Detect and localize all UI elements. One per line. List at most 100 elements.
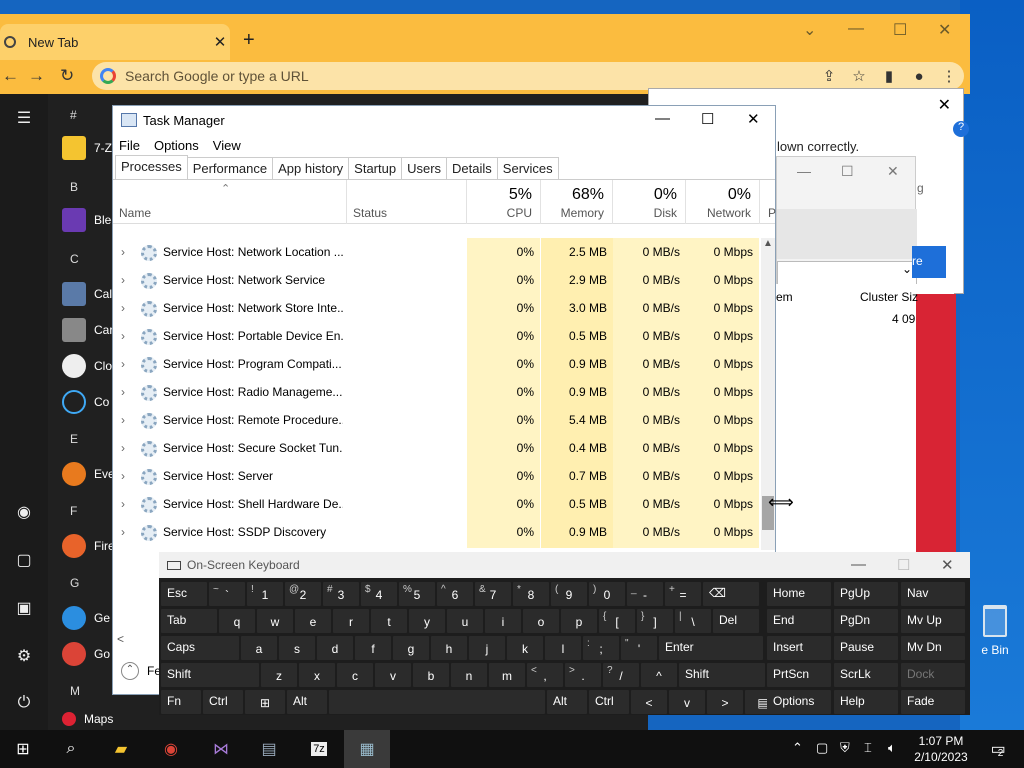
osk-key[interactable]: Fn (161, 690, 201, 714)
scroll-left-icon[interactable]: < (117, 632, 124, 646)
menu-view[interactable]: View (213, 138, 241, 153)
osk-key[interactable]: i (485, 609, 521, 633)
app-item[interactable]: Eve (62, 462, 115, 486)
tab-users[interactable]: Users (401, 157, 448, 179)
osk-nav-key[interactable]: End (767, 609, 831, 633)
dropdown[interactable]: ⌄ (777, 261, 917, 285)
reload-icon[interactable]: ↻ (60, 66, 74, 86)
osk-key[interactable]: Ctrl (203, 690, 243, 714)
app-item[interactable]: Co (62, 390, 109, 414)
menu-kebab-icon[interactable]: ⋮ (934, 67, 964, 85)
side-panel-icon[interactable]: ▮ (874, 67, 904, 85)
back-icon[interactable]: ← (2, 66, 19, 86)
share-icon[interactable]: ⇪ (814, 67, 844, 85)
scroll-up-icon[interactable]: ▲ (763, 238, 773, 249)
expand-chevron-icon[interactable]: › (121, 434, 125, 462)
settings-gear-icon[interactable]: ⚙ (12, 646, 36, 666)
user-icon[interactable]: ◉ (12, 502, 36, 522)
expand-chevron-icon[interactable]: › (121, 238, 125, 266)
osk-key[interactable]: & 7 (475, 582, 511, 606)
taskbar-chrome[interactable]: ◉ (148, 730, 194, 768)
table-row[interactable]: › Service Host: Shell Hardware De... 0% 0.5… (113, 490, 761, 518)
group-header[interactable]: B (70, 180, 78, 194)
osk-key[interactable]: Shift (161, 663, 259, 687)
osk-key[interactable]: Ctrl (589, 690, 629, 714)
notifications-button[interactable]: ▭ 2 (974, 730, 1020, 768)
expand-chevron-icon[interactable]: › (121, 518, 125, 546)
osk-key[interactable]: q (219, 609, 255, 633)
tab-performance[interactable]: Performance (186, 157, 274, 179)
osk-nav-key[interactable]: Insert (767, 636, 831, 660)
osk-key[interactable]: l (545, 636, 581, 660)
table-row[interactable]: › Service Host: Network Store Inte... 0% 3.… (113, 294, 761, 322)
osk-key[interactable]: Alt (547, 690, 587, 714)
osk-nav-key[interactable]: PgUp (834, 582, 898, 606)
osk-nav-key[interactable]: ScrLk (834, 663, 898, 687)
table-row[interactable]: › Service Host: SSDP Discovery 0% 0.9 MB 0 M… (113, 518, 761, 546)
close-icon[interactable]: ✕ (938, 20, 951, 40)
expand-chevron-icon[interactable]: › (121, 350, 125, 378)
osk-key[interactable]: Caps (161, 636, 239, 660)
new-tab-button[interactable]: + (243, 29, 255, 52)
osk-key[interactable]: :; (583, 636, 619, 660)
app-item[interactable]: Car (62, 318, 113, 342)
expand-chevron-icon[interactable]: › (121, 462, 125, 490)
profile-icon[interactable]: ● (904, 68, 934, 85)
app-item[interactable]: Go (62, 642, 110, 666)
osk-key[interactable]: ⌫ (703, 582, 759, 606)
column-name[interactable]: ⌃ Name (113, 180, 347, 224)
taskbar-explorer[interactable]: ▰ (98, 730, 144, 768)
task-manager-titlebar[interactable]: Task Manager — ☐ ✕ (113, 106, 775, 134)
taskbar-osk[interactable]: ▤ (246, 730, 292, 768)
table-row[interactable]: › Service Host: Remote Procedure... 0% 5.4 … (113, 406, 761, 434)
expand-chevron-icon[interactable]: › (121, 322, 125, 350)
minimize-icon[interactable]: — (655, 110, 670, 127)
osk-key[interactable]: Del (713, 609, 759, 633)
osk-nav-key[interactable]: Nav (901, 582, 965, 606)
column-network[interactable]: 0% Network (686, 180, 760, 224)
osk-key[interactable]: k (507, 636, 543, 660)
taskbar-task-manager[interactable]: ▦ (344, 730, 390, 768)
osk-key[interactable]: u (447, 609, 483, 633)
osk-key[interactable]: p (561, 609, 597, 633)
tab-services[interactable]: Services (496, 157, 559, 179)
app-item[interactable]: Cal (62, 282, 112, 306)
expand-chevron-icon[interactable]: › (121, 294, 125, 322)
search-button[interactable]: ⌕ (48, 730, 94, 768)
osk-nav-key[interactable]: PrtScn (767, 663, 831, 687)
osk-key[interactable]: Tab (161, 609, 217, 633)
documents-icon[interactable]: ▢ (12, 550, 36, 570)
table-row[interactable]: › Service Host: Portable Device En... 0% 0.… (113, 322, 761, 350)
menu-options[interactable]: Options (154, 138, 199, 153)
osk-key[interactable]: y (409, 609, 445, 633)
osk-key[interactable]: | \ (675, 609, 711, 633)
taskbar-7zip[interactable]: 7z (296, 730, 342, 768)
tray-chevron-up-icon[interactable]: ⌃ (792, 740, 803, 756)
osk-key[interactable]: b (413, 663, 449, 687)
tray-network-icon[interactable]: ⌶ (864, 740, 872, 756)
group-header[interactable]: # (70, 108, 77, 122)
expand-chevron-icon[interactable]: › (121, 378, 125, 406)
osk-key[interactable]: m (489, 663, 525, 687)
minimize-icon[interactable]: — (797, 163, 811, 179)
osk-key[interactable]: #3 (323, 582, 359, 606)
table-row[interactable]: › Service Host: Radio Manageme... 0% 0.9 MB… (113, 378, 761, 406)
osk-key[interactable]: _ - (627, 582, 663, 606)
osk-key[interactable]: d (317, 636, 353, 660)
osk-key[interactable]: j (469, 636, 505, 660)
osk-nav-key[interactable]: Options (767, 690, 831, 714)
osk-key[interactable]: f (355, 636, 391, 660)
column-cpu[interactable]: 5% CPU (467, 180, 541, 224)
osk-key[interactable]: <, (527, 663, 563, 687)
osk-key[interactable]: o (523, 609, 559, 633)
osk-key[interactable]: n (451, 663, 487, 687)
osk-key[interactable]: v (375, 663, 411, 687)
list-column-header[interactable]: Cluster Siz (860, 290, 918, 304)
start-button[interactable]: ⊞ (0, 730, 46, 768)
osk-key[interactable]: t (371, 609, 407, 633)
app-item[interactable]: Maps (62, 712, 113, 726)
osk-key[interactable]: < (631, 690, 667, 714)
osk-key[interactable]: ⊞ (245, 690, 285, 714)
osk-key[interactable]: Esc (161, 582, 207, 606)
omnibox[interactable]: Search Google or type a URL ⇪ ☆ ▮ ● ⋮ (92, 62, 964, 90)
